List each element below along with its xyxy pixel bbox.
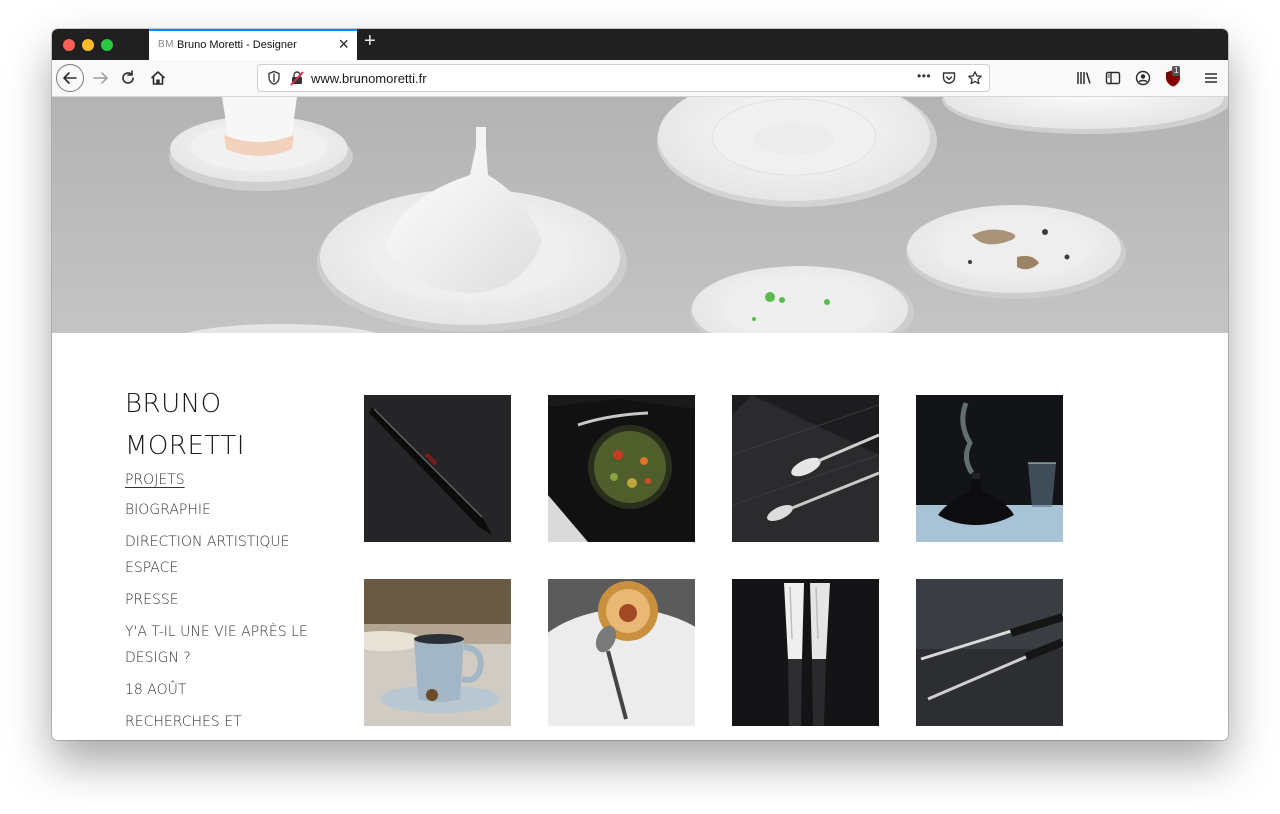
nav-biographie[interactable]: BIOGRAPHIE xyxy=(125,497,315,523)
bookmark-star-icon[interactable] xyxy=(967,70,983,86)
page-content: BRUNO MORETTI PROJETS BIOGRAPHIE DIRECTI… xyxy=(52,97,1228,740)
reload-icon[interactable] xyxy=(119,69,137,87)
metal-chopsticks-image xyxy=(916,579,1063,726)
hero-tableware-image xyxy=(52,97,1228,333)
site-sidebar: BRUNO MORETTI PROJETS BIOGRAPHIE DIRECTI… xyxy=(125,383,325,740)
project-tile-chopsticks-metal[interactable] xyxy=(916,579,1063,726)
forward-arrow-icon[interactable] xyxy=(92,69,110,87)
pocket-icon[interactable] xyxy=(941,70,957,86)
url-text[interactable]: www.brunomoretti.fr xyxy=(311,71,427,86)
project-tile-knife[interactable] xyxy=(364,395,511,542)
shield-icon[interactable] xyxy=(266,70,282,86)
tab-strip: BM Bruno Moretti - Designer × + xyxy=(52,29,1228,60)
minimize-window-button[interactable] xyxy=(82,39,94,51)
knife-image xyxy=(364,395,511,542)
ublock-button[interactable]: 1 xyxy=(1163,66,1185,89)
tab-bruno-moretti[interactable]: BM Bruno Moretti - Designer × xyxy=(149,29,357,60)
menu-icon[interactable] xyxy=(1202,69,1220,87)
project-tile-diffuser[interactable] xyxy=(916,395,1063,542)
nav-18-aout[interactable]: 18 AOÛT xyxy=(125,677,315,703)
favicon-icon: BM xyxy=(158,39,174,50)
new-tab-button[interactable]: + xyxy=(364,30,376,53)
tab-title: Bruno Moretti - Designer xyxy=(177,39,297,51)
project-tile-dessert[interactable] xyxy=(548,579,695,726)
close-window-button[interactable] xyxy=(63,39,75,51)
page-actions-icon[interactable]: ••• xyxy=(917,69,931,83)
diffuser-image xyxy=(916,395,1063,542)
spoon-dessert-image xyxy=(548,579,695,726)
nav-direction-artistique[interactable]: DIRECTION ARTISTIQUE ESPACE xyxy=(125,529,315,581)
spoons-carbon-image xyxy=(732,395,879,542)
library-icon[interactable] xyxy=(1075,69,1093,87)
project-tile-spoons[interactable] xyxy=(732,395,879,542)
nav-vie-apres-design[interactable]: Y'A T-IL UNE VIE APRÈS LE DESIGN ? xyxy=(125,619,315,671)
project-tile-dish[interactable] xyxy=(548,395,695,542)
account-icon[interactable] xyxy=(1134,69,1152,87)
nav-presse[interactable]: PRESSE xyxy=(125,587,315,613)
site-brand[interactable]: BRUNO MORETTI xyxy=(125,383,285,467)
project-tile-cup[interactable] xyxy=(364,579,511,726)
plated-dish-image xyxy=(548,395,695,542)
extension-badge: 1 xyxy=(1172,66,1181,76)
back-arrow-icon xyxy=(63,72,77,84)
nav-projets[interactable]: PROJETS xyxy=(125,467,315,493)
project-tile-chopsticks-white[interactable] xyxy=(732,579,879,726)
tab-close-icon[interactable]: × xyxy=(338,34,349,55)
browser-window: BM Bruno Moretti - Designer × + www.brun… xyxy=(52,29,1228,740)
sidebar-icon[interactable] xyxy=(1104,69,1122,87)
nav-recherches[interactable]: RECHERCHES ET xyxy=(125,709,315,735)
white-chopsticks-image xyxy=(732,579,879,726)
nav-toolbar: www.brunomoretti.fr ••• 1 xyxy=(52,60,1228,97)
url-bar[interactable]: www.brunomoretti.fr ••• xyxy=(257,64,990,92)
zoom-window-button[interactable] xyxy=(101,39,113,51)
home-icon[interactable] xyxy=(149,69,167,87)
blue-cup-image xyxy=(364,579,511,726)
insecure-lock-icon[interactable] xyxy=(289,70,305,86)
back-button[interactable] xyxy=(56,64,84,92)
